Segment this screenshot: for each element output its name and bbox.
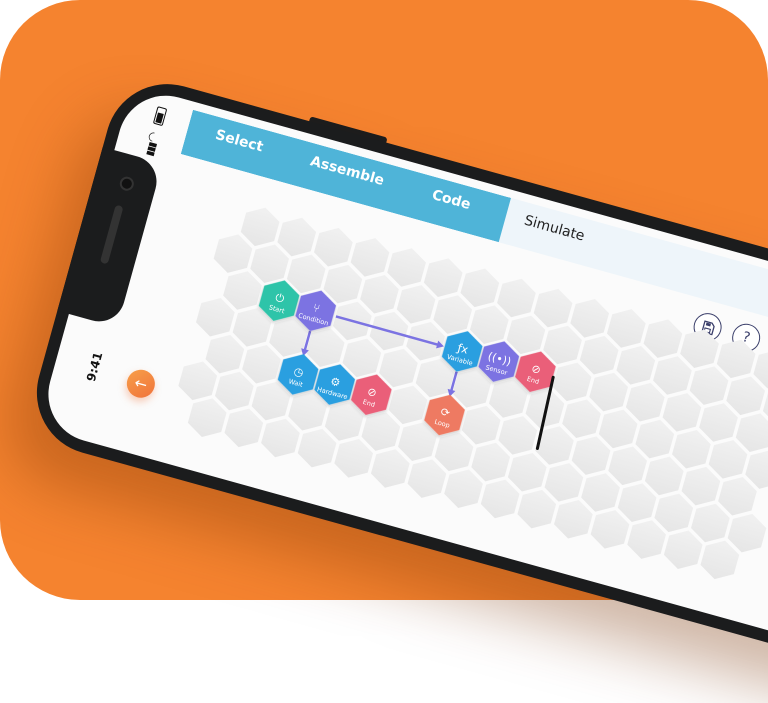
- camera-icon: [118, 175, 136, 193]
- arrow-left-icon: ←: [132, 373, 150, 395]
- speaker-grille: [99, 204, 124, 265]
